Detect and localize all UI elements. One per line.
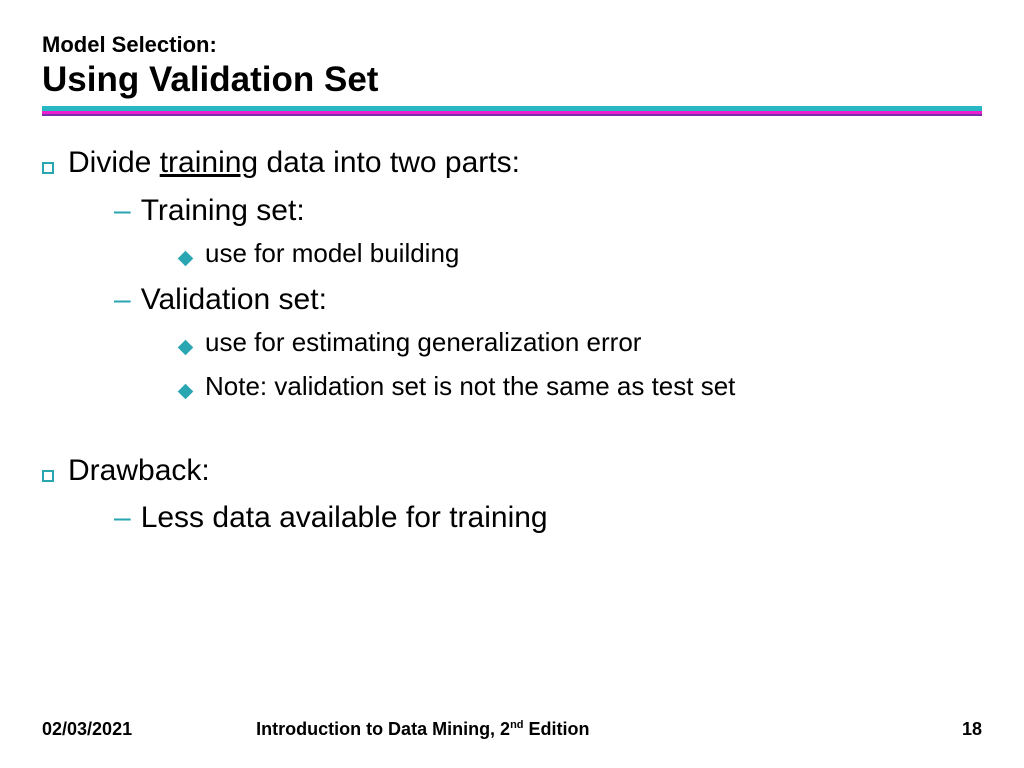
dash-bullet-icon: – [114, 194, 131, 228]
bullet-level2: – Validation set: [114, 281, 982, 319]
header-kicker: Model Selection: [42, 32, 982, 58]
bullet-text: Less data available for training [141, 499, 548, 537]
bullet-text: Divide training data into two parts: [68, 144, 520, 182]
footer-page-number: 18 [962, 719, 982, 740]
text-fragment: data into two parts: [258, 146, 520, 179]
header-title: Using Validation Set [42, 60, 982, 100]
bullet-text: use for estimating generalization error [205, 326, 641, 360]
bullet-text: use for model building [205, 237, 459, 271]
diamond-bullet-icon [178, 384, 194, 400]
bullet-level3: Note: validation set is not the same as … [180, 370, 982, 404]
bullet-level3: use for estimating generalization error [180, 326, 982, 360]
text-fragment: Edition [524, 719, 590, 739]
bullet-level1: Drawback: [42, 452, 982, 490]
spacer [42, 414, 982, 452]
text-fragment: Divide [68, 146, 160, 179]
bullet-level2: – Training set: [114, 192, 982, 230]
footer-date: 02/03/2021 [42, 719, 132, 740]
superscript: nd [510, 719, 523, 731]
bullet-text: Training set: [141, 192, 305, 230]
bullet-level1: Divide training data into two parts: [42, 144, 982, 182]
divider [42, 106, 982, 116]
diamond-bullet-icon [178, 251, 194, 267]
bullet-text: Note: validation set is not the same as … [205, 370, 735, 404]
underlined-text: training [160, 146, 258, 179]
bullet-level3: use for model building [180, 237, 982, 271]
text-fragment: Introduction to Data Mining, 2 [256, 719, 510, 739]
content: Divide training data into two parts: – T… [42, 144, 982, 537]
bullet-text: Drawback: [68, 452, 210, 490]
bullet-text: Validation set: [141, 281, 327, 319]
bullet-level2: – Less data available for training [114, 499, 982, 537]
diamond-bullet-icon [178, 340, 194, 356]
slide: Model Selection: Using Validation Set Di… [0, 0, 1024, 537]
footer: 02/03/2021 Introduction to Data Mining, … [0, 719, 1024, 740]
dash-bullet-icon: – [114, 501, 131, 535]
footer-book-title: Introduction to Data Mining, 2nd Edition [132, 719, 962, 740]
divider-purple [42, 114, 982, 116]
dash-bullet-icon: – [114, 283, 131, 317]
square-bullet-icon [42, 162, 54, 174]
square-bullet-icon [42, 470, 54, 482]
